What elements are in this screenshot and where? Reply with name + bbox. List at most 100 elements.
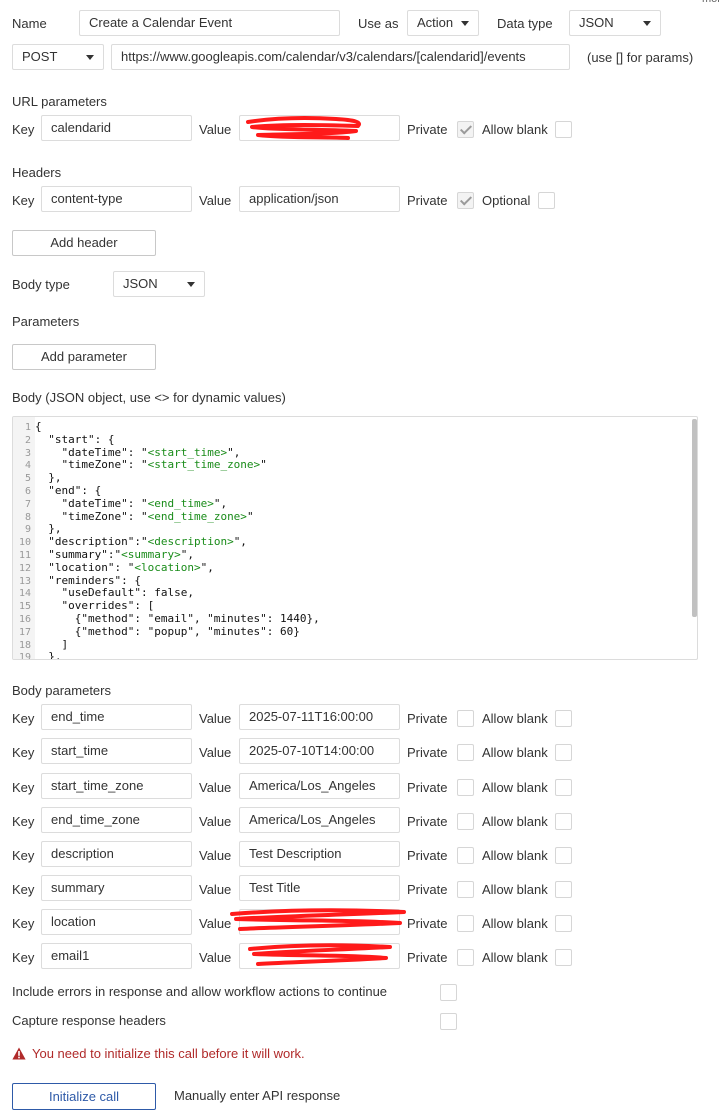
name-input[interactable]: Create a Calendar Event [79, 10, 340, 36]
url-input[interactable]: https://www.googleapis.com/calendar/v3/c… [111, 44, 570, 70]
code-line-text: { [35, 420, 42, 433]
initialize-call-button[interactable]: Initialize call [12, 1083, 156, 1110]
body-type-dropdown[interactable]: JSON [113, 271, 205, 297]
url-param-private-checkbox[interactable] [457, 121, 474, 138]
code-line-text: {"method": "email", "minutes": 1440}, [35, 611, 320, 625]
body-param-value-input[interactable]: America/Los_Angeles [239, 773, 400, 799]
body-param-value-input[interactable]: 2025-07-10T14:00:00 [239, 738, 400, 764]
body-param-private-label: Private [407, 780, 448, 795]
code-line-text: }, [35, 522, 62, 536]
manual-response-link[interactable]: Manually enter API response [174, 1088, 340, 1104]
body-json-editor[interactable]: 1{2 "start": {3 "dateTime": "<start_time… [12, 416, 698, 660]
name-label: Name [12, 16, 47, 31]
line-number: 19 [18, 652, 31, 660]
body-param-private-checkbox[interactable] [457, 710, 474, 727]
url-param-allow-blank-label: Allow blank [482, 122, 548, 137]
body-param-allow-blank-label: Allow blank [482, 916, 548, 931]
body-param-key-input[interactable]: end_time [41, 704, 192, 730]
body-param-allow-blank-label: Allow blank [482, 814, 548, 829]
body-param-private-checkbox[interactable] [457, 813, 474, 830]
data-type-dropdown[interactable]: JSON [569, 10, 661, 36]
body-param-private-checkbox[interactable] [457, 915, 474, 932]
body-param-value-label: Value [199, 814, 232, 829]
code-line-text: "start": { [35, 432, 115, 446]
body-param-private-checkbox[interactable] [457, 744, 474, 761]
body-param-private-checkbox[interactable] [457, 847, 474, 864]
use-as-dropdown[interactable]: Action [407, 10, 479, 36]
code-line-text: "useDefault": false, [35, 586, 194, 600]
body-param-value-input[interactable] [239, 943, 400, 969]
url-param-allow-blank-checkbox[interactable] [555, 121, 572, 138]
body-param-private-label: Private [407, 916, 448, 931]
params-hint: (use [] for params) [587, 50, 694, 65]
code-line: 18 ] [13, 637, 697, 652]
code-line: 1{ [13, 420, 697, 434]
body-param-key-input[interactable]: start_time_zone [41, 773, 192, 799]
body-param-allow-blank-checkbox[interactable] [555, 915, 572, 932]
capture-headers-checkbox[interactable] [440, 1013, 457, 1030]
body-param-allow-blank-label: Allow blank [482, 848, 548, 863]
code-line-text: "description":"<description>", [35, 535, 247, 549]
body-title: Body (JSON object, use <> for dynamic va… [12, 390, 286, 405]
corner-text: mor [702, 0, 721, 7]
body-param-value-input[interactable]: Test Description [239, 841, 400, 867]
body-param-value-input[interactable]: America/Los_Angeles [239, 807, 400, 833]
body-param-allow-blank-checkbox[interactable] [555, 881, 572, 898]
header-value-label: Value [199, 193, 232, 208]
body-param-allow-blank-label: Allow blank [482, 711, 548, 726]
header-value-input[interactable]: application/json [239, 186, 400, 212]
body-param-private-checkbox[interactable] [457, 779, 474, 796]
body-param-allow-blank-checkbox[interactable] [555, 710, 572, 727]
body-param-allow-blank-checkbox[interactable] [555, 949, 572, 966]
add-header-button[interactable]: Add header [12, 230, 156, 256]
url-param-key-input[interactable]: calendarid [41, 115, 192, 141]
code-line-text: ] [35, 637, 69, 651]
body-param-key-input[interactable]: start_time [41, 738, 192, 764]
url-param-value-label: Value [199, 122, 232, 137]
body-param-allow-blank-label: Allow blank [482, 780, 548, 795]
code-line-text: "timeZone": "<end_time_zone>" [35, 509, 254, 523]
body-param-value-input[interactable] [239, 909, 400, 935]
code-line-text: {"method": "popup", "minutes": 60} [35, 624, 300, 638]
include-errors-label: Include errors in response and allow wor… [12, 984, 388, 999]
body-param-key-input[interactable]: description [41, 841, 192, 867]
body-param-key-input[interactable]: location [41, 909, 192, 935]
header-key-input[interactable]: content-type [41, 186, 192, 212]
method-dropdown[interactable]: POST [12, 44, 104, 70]
body-param-key-input[interactable]: summary [41, 875, 192, 901]
body-param-allow-blank-checkbox[interactable] [555, 779, 572, 796]
header-optional-label: Optional [482, 193, 531, 208]
body-param-value-input[interactable]: 2025-07-11T16:00:00 [239, 704, 400, 730]
body-param-key-label: Key [12, 950, 35, 965]
url-params-title: URL parameters [12, 94, 107, 109]
method-value: POST [22, 49, 58, 64]
url-param-value-input[interactable] [239, 115, 400, 141]
warning-text: You need to initialize this call before … [32, 1046, 305, 1061]
editor-scrollbar[interactable] [692, 419, 697, 617]
body-param-key-input[interactable]: end_time_zone [41, 807, 192, 833]
code-line: 17 {"method": "popup", "minutes": 60} [13, 624, 697, 639]
body-param-private-label: Private [407, 950, 448, 965]
body-param-value-input[interactable]: Test Title [239, 875, 400, 901]
chevron-down-icon [643, 21, 651, 26]
header-private-checkbox[interactable] [457, 192, 474, 209]
body-param-value-label: Value [199, 916, 232, 931]
body-param-value-label: Value [199, 848, 232, 863]
dynamic-placeholder: <location> [134, 560, 201, 574]
add-parameter-button[interactable]: Add parameter [12, 344, 156, 370]
body-param-key-input[interactable]: email1 [41, 943, 192, 969]
body-param-private-checkbox[interactable] [457, 949, 474, 966]
body-param-allow-blank-checkbox[interactable] [555, 847, 572, 864]
include-errors-checkbox[interactable] [440, 984, 457, 1001]
body-param-allow-blank-label: Allow blank [482, 882, 548, 897]
body-param-private-checkbox[interactable] [457, 881, 474, 898]
body-param-value-label: Value [199, 711, 232, 726]
body-param-allow-blank-checkbox[interactable] [555, 744, 572, 761]
header-key-label: Key [12, 193, 35, 208]
dynamic-placeholder: <end_time_zone> [147, 509, 247, 523]
body-param-private-label: Private [407, 882, 448, 897]
body-param-allow-blank-checkbox[interactable] [555, 813, 572, 830]
body-type-label: Body type [12, 277, 70, 292]
dynamic-placeholder: <description> [147, 535, 234, 549]
header-optional-checkbox[interactable] [538, 192, 555, 209]
